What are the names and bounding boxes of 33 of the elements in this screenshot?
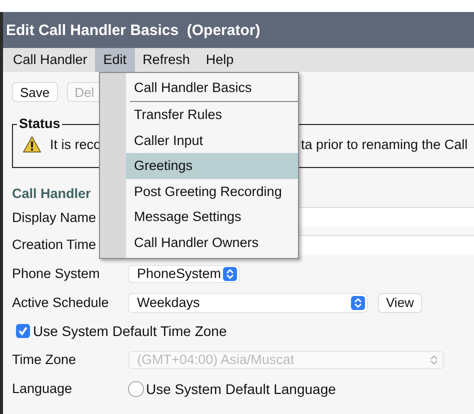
menu-item[interactable]: Greetings bbox=[126, 153, 298, 178]
checkmark-icon bbox=[18, 326, 28, 336]
status-legend: Status bbox=[17, 116, 62, 131]
checkbox[interactable] bbox=[16, 324, 30, 338]
menu-item[interactable]: Post Greeting Recording bbox=[126, 178, 298, 204]
window-title: Edit Call Handler Basics (Operator) bbox=[3, 12, 474, 48]
field-label: Phone System bbox=[12, 266, 101, 281]
select-field[interactable]: PhoneSystem bbox=[128, 264, 240, 282]
field-label: Display Name bbox=[12, 210, 98, 224]
view-button[interactable]: View bbox=[378, 292, 422, 312]
menu-item[interactable]: Caller Input bbox=[126, 128, 298, 153]
field-label: Time Zone bbox=[12, 352, 78, 367]
checkbox-label: Use System Default Time Zone bbox=[33, 323, 227, 339]
field-label: Active Schedule bbox=[12, 295, 110, 310]
status-message: ta prior to renaming the Call bbox=[301, 137, 469, 152]
section-heading: Call Handler bbox=[12, 186, 91, 203]
menu-item[interactable]: Transfer Rules bbox=[126, 102, 298, 128]
menu-item[interactable]: Call Handler Owners bbox=[126, 230, 298, 255]
save-button[interactable]: Save bbox=[12, 82, 58, 102]
field-label: Language bbox=[12, 381, 74, 396]
menu-item[interactable]: Call Handler Basics bbox=[130, 75, 298, 102]
menu-item[interactable]: Call Handler bbox=[5, 48, 96, 72]
menu-item[interactable]: Refresh bbox=[134, 48, 198, 72]
select-field[interactable]: Weekdays bbox=[128, 292, 368, 312]
radio-label: Use System Default Language bbox=[146, 380, 336, 396]
menu-item[interactable]: Help bbox=[198, 48, 242, 72]
menu-item[interactable]: Message Settings bbox=[126, 204, 298, 230]
radio-button[interactable] bbox=[128, 380, 144, 396]
menu-item[interactable]: Edit bbox=[95, 48, 135, 72]
warning-icon bbox=[23, 136, 41, 153]
dropdown-arrow-icon bbox=[223, 266, 237, 280]
field-label: Creation Time bbox=[12, 237, 98, 252]
dropdown-arrow-icon bbox=[351, 296, 365, 310]
